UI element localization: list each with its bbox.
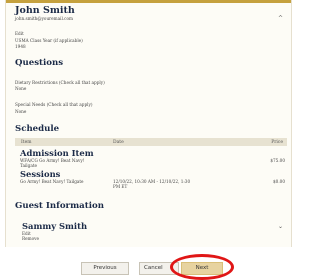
guest-information-heading: Guest Information xyxy=(15,201,104,211)
column-header-price: Price xyxy=(271,139,283,145)
schedule-heading: Schedule xyxy=(15,124,60,134)
previous-button[interactable]: Previous xyxy=(81,262,129,275)
class-year-value: 1948 xyxy=(15,44,26,49)
guest-remove-link[interactable]: Remove xyxy=(22,236,39,241)
special-needs-label: Special Needs (Check all that apply) xyxy=(15,102,93,107)
dietary-label: Dietary Restrictions (Check all that app… xyxy=(15,80,105,85)
session-name: Go Army! Beat Navy! Tailgate xyxy=(20,179,84,184)
attendee-email: john.smith@youremail.com xyxy=(15,16,73,21)
guest-name: Sammy Smith xyxy=(22,221,88,231)
dietary-value: None xyxy=(15,86,27,91)
class-year-label: USMA Class Year (if applicable) xyxy=(15,38,83,43)
admission-item-name-line2: Tailgate xyxy=(20,163,37,168)
registration-summary-card: John Smith john.smith@youremail.com ^ Ed… xyxy=(5,0,292,247)
admission-item-price: $75.00 xyxy=(270,158,285,163)
session-price: $0.00 xyxy=(273,179,285,184)
chevron-down-icon[interactable]: ⌄ xyxy=(278,223,283,230)
gold-accent-bar xyxy=(6,0,291,3)
special-needs-value: None xyxy=(15,109,27,114)
session-date-line2: PM ET xyxy=(113,184,128,189)
highlight-circle xyxy=(170,254,234,280)
column-header-date: Date xyxy=(113,139,124,145)
column-header-item: Item xyxy=(21,139,32,145)
schedule-table-header: Item Date Price xyxy=(15,138,287,146)
sessions-title: Sessions xyxy=(20,169,61,179)
admission-item-title: Admission Item xyxy=(20,148,94,158)
attendee-name: John Smith xyxy=(15,5,75,16)
edit-link[interactable]: Edit xyxy=(15,31,24,36)
questions-heading: Questions xyxy=(15,58,64,68)
chevron-up-icon[interactable]: ^ xyxy=(278,15,283,22)
